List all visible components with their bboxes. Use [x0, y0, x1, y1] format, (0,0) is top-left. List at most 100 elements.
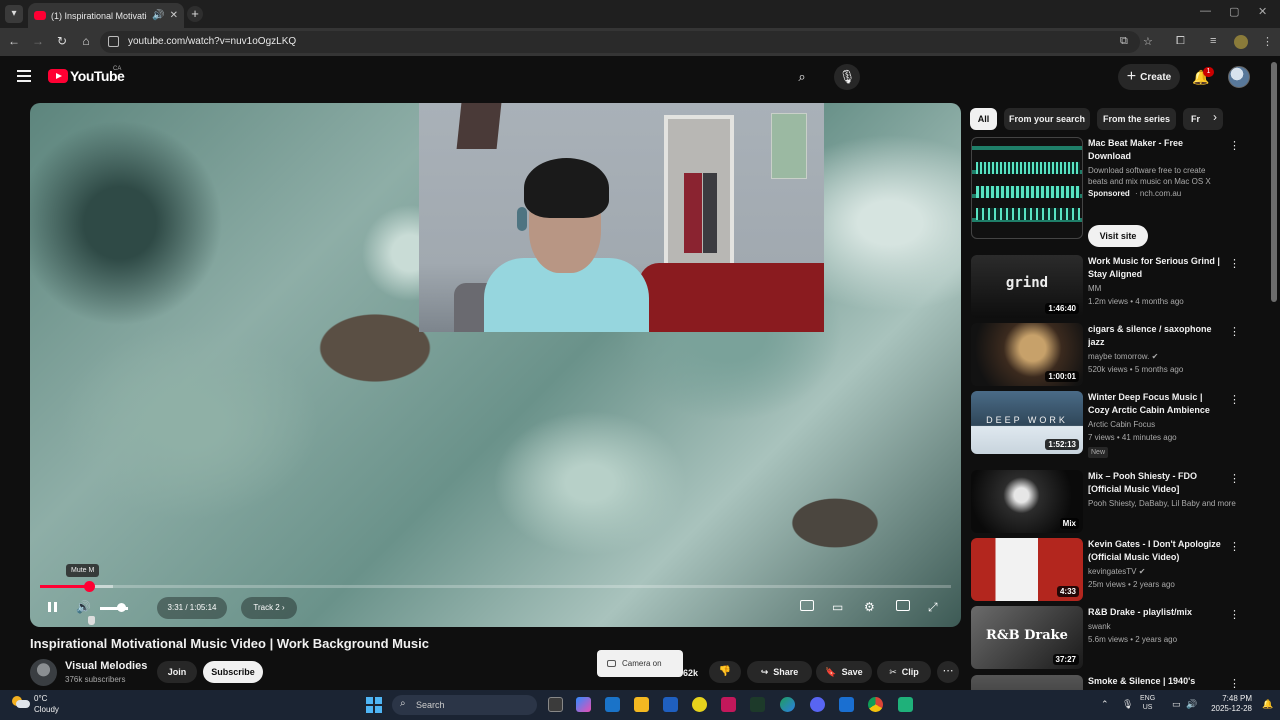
subtitles-icon[interactable]: ▭: [832, 600, 843, 614]
taskbar-search-box[interactable]: ⌕ Search: [392, 695, 537, 715]
back-icon[interactable]: ←: [6, 34, 22, 48]
dislike-icon[interactable]: 👎: [709, 661, 741, 683]
kebab-menu-icon[interactable]: ⋮: [1229, 677, 1240, 690]
chip-from-the-series[interactable]: From the series: [1097, 108, 1176, 130]
youtube-logo-icon[interactable]: [48, 69, 68, 83]
account-avatar[interactable]: [1228, 66, 1250, 88]
channel-avatar[interactable]: [30, 659, 57, 686]
browser-tab-active[interactable]: (1) Inspirational Motivation 🔊 ✕: [28, 3, 184, 28]
pause-button[interactable]: [44, 597, 60, 617]
video-thumbnail[interactable]: 1:00:01: [971, 323, 1083, 386]
autoplay-toggle-icon[interactable]: [800, 600, 814, 611]
sidebar-video[interactable]: 4:33 Kevin Gates - I Don't Apologize (Of…: [971, 538, 1251, 601]
store-icon[interactable]: [605, 697, 620, 712]
profile-avatar-icon[interactable]: [1234, 35, 1248, 49]
browser-menu-icon[interactable]: ⋮: [1262, 35, 1273, 48]
address-bar[interactable]: youtube.com/watch?v=nuv1oOgzLKQ: [100, 31, 1140, 53]
file-explorer-icon[interactable]: [634, 697, 649, 712]
url-text[interactable]: youtube.com/watch?v=nuv1oOgzLKQ: [128, 36, 296, 47]
kebab-menu-icon[interactable]: ⋮: [1229, 325, 1240, 338]
video-title[interactable]: R&B Drake - playlist/mix: [1088, 606, 1224, 619]
video-thumbnail[interactable]: R&B Drake 37:27: [971, 606, 1083, 669]
home-icon[interactable]: ⌂: [78, 34, 94, 48]
tab-audio-icon[interactable]: 🔊: [152, 10, 164, 21]
reading-list-icon[interactable]: ≡: [1210, 35, 1216, 47]
video-title[interactable]: Kevin Gates - I Don't Apologize (Officia…: [1088, 538, 1224, 564]
notification-center-icon[interactable]: 🔔: [1262, 699, 1273, 710]
chapter-button[interactable]: Track 2 ›: [241, 597, 297, 619]
language-indicator[interactable]: ENG US: [1140, 694, 1155, 712]
theater-mode-icon[interactable]: [896, 600, 910, 611]
share-button[interactable]: ↪ Share: [747, 661, 812, 683]
new-tab-button[interactable]: +: [187, 6, 203, 22]
channel-name[interactable]: kevingatesTV ✔: [1088, 565, 1145, 578]
sidebar-video[interactable]: R&B Drake 37:27 R&B Drake - playlist/mix…: [971, 606, 1251, 669]
video-thumbnail[interactable]: Mix: [971, 470, 1083, 533]
app-icon[interactable]: [721, 697, 736, 712]
create-button[interactable]: + Create: [1118, 64, 1180, 90]
video-thumbnail[interactable]: DEEP WORK 1:52:13: [971, 391, 1083, 454]
voice-search-icon[interactable]: 🎙: [834, 64, 860, 90]
ad-thumbnail[interactable]: [971, 137, 1083, 239]
tray-overflow-icon[interactable]: ⌃: [1101, 699, 1109, 710]
discord-icon[interactable]: [810, 697, 825, 712]
maximize-icon[interactable]: ▢: [1229, 5, 1239, 18]
chips-next-icon[interactable]: ›: [1213, 110, 1217, 124]
clip-button[interactable]: ✂ Clip: [877, 661, 931, 683]
channel-name[interactable]: maybe tomorrow. ✔: [1088, 350, 1158, 363]
more-actions-icon[interactable]: ⋯: [937, 661, 959, 683]
video-title[interactable]: Work Music for Serious Grind | Stay Alig…: [1088, 255, 1224, 281]
sidebar-mix[interactable]: Mix Mix – Pooh Shiesty - FDO [Official M…: [971, 470, 1251, 533]
video-title[interactable]: Smoke & Silence | 1940's: [1088, 675, 1224, 688]
network-icon[interactable]: ▭: [1172, 699, 1181, 710]
kebab-menu-icon[interactable]: ⋮: [1229, 393, 1240, 406]
kebab-menu-icon[interactable]: ⋮: [1229, 257, 1240, 270]
progress-bar[interactable]: [40, 581, 951, 592]
channel-name[interactable]: MM: [1088, 282, 1101, 295]
chip-partial[interactable]: Fr: [1183, 108, 1223, 130]
volume-knob[interactable]: [117, 603, 126, 612]
search-icon[interactable]: ⌕: [789, 64, 815, 90]
site-info-icon[interactable]: [108, 36, 119, 47]
channel-name[interactable]: Arctic Cabin Focus: [1088, 418, 1155, 431]
forward-icon[interactable]: →: [30, 34, 46, 48]
snapchat-icon[interactable]: [692, 697, 707, 712]
video-title[interactable]: Mix – Pooh Shiesty - FDO [Official Music…: [1088, 470, 1224, 496]
progress-scrubber[interactable]: [84, 581, 96, 592]
app-icon[interactable]: [750, 697, 765, 712]
task-view-icon[interactable]: [548, 697, 563, 712]
microphone-icon[interactable]: 🎙: [1122, 699, 1133, 710]
fullscreen-icon[interactable]: ⤢: [928, 600, 938, 615]
kebab-menu-icon[interactable]: ⋮: [1229, 540, 1240, 553]
sidebar-video[interactable]: DEEP WORK 1:52:13 Winter Deep Focus Musi…: [971, 391, 1251, 458]
guide-menu-icon[interactable]: [17, 70, 31, 82]
video-player[interactable]: Mute M 🔊 3:31 / 1:05:14 Track 2 › ▭ ⚙ ⤢: [30, 103, 961, 627]
settings-gear-icon[interactable]: ⚙: [864, 600, 875, 614]
chip-from-your-search[interactable]: From your search: [1004, 108, 1090, 130]
join-button[interactable]: Join: [157, 661, 197, 683]
volume-icon[interactable]: 🔊: [76, 600, 91, 614]
extensions-icon[interactable]: ⧠: [1176, 35, 1185, 48]
sidebar-ad[interactable]: Mac Beat Maker - Free Download Download …: [971, 137, 1251, 249]
tab-search-menu-icon[interactable]: ▾: [5, 5, 23, 23]
sidebar-video[interactable]: 1:00:01 cigars & silence / saxophone jaz…: [971, 323, 1251, 386]
speaker-icon[interactable]: 🔊: [1186, 699, 1197, 710]
copilot-icon[interactable]: [576, 697, 591, 712]
edge-icon[interactable]: [780, 697, 795, 712]
sidebar-video[interactable]: Smoke & Silence | 1940's ⋮: [971, 675, 1251, 690]
weather-condition[interactable]: Cloudy: [34, 705, 59, 714]
chip-all[interactable]: All: [970, 108, 997, 130]
video-thumbnail[interactable]: 4:33: [971, 538, 1083, 601]
weather-icon[interactable]: [12, 696, 30, 710]
page-scrollbar[interactable]: [1271, 62, 1277, 302]
video-thumbnail[interactable]: grind 1:46:40: [971, 255, 1083, 318]
reload-icon[interactable]: ↻: [54, 34, 70, 48]
kebab-menu-icon[interactable]: ⋮: [1229, 608, 1240, 621]
ad-title[interactable]: Mac Beat Maker - Free Download: [1088, 137, 1224, 163]
visit-site-button[interactable]: Visit site: [1088, 225, 1148, 247]
video-title[interactable]: cigars & silence / saxophone jazz: [1088, 323, 1224, 349]
outlook-icon[interactable]: [663, 697, 678, 712]
kebab-menu-icon[interactable]: ⋮: [1229, 139, 1240, 152]
install-app-icon[interactable]: ⧉: [1120, 35, 1128, 48]
app-icon[interactable]: [839, 697, 854, 712]
